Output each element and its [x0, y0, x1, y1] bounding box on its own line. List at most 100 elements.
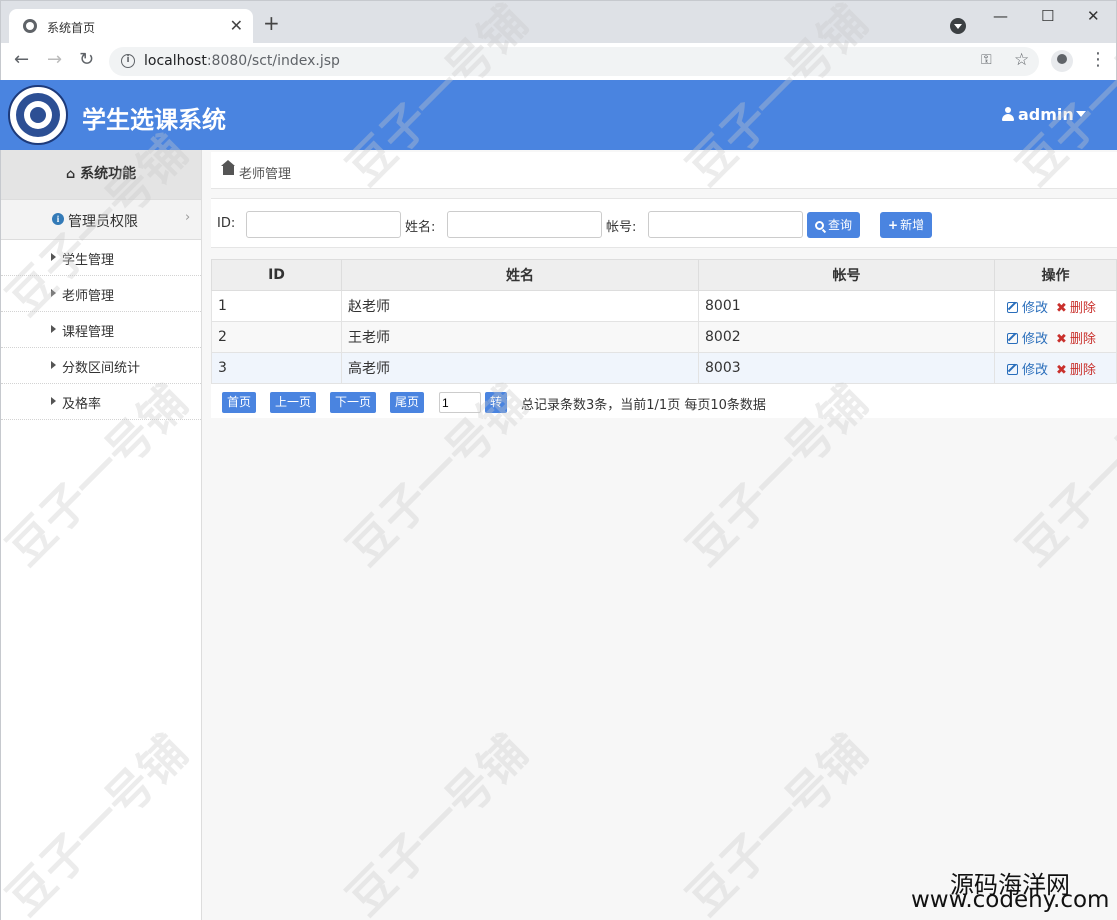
- browser-tab[interactable]: 系统首页 ✕: [9, 9, 253, 44]
- cell-account: 8001: [698, 290, 995, 322]
- delete-icon: ✖: [1056, 362, 1067, 378]
- close-tab-icon[interactable]: ✕: [230, 16, 243, 35]
- address-bar[interactable]: i localhost:8080/sct/index.jsp ⚿ ☆: [109, 47, 1039, 76]
- info-icon: i: [52, 213, 64, 225]
- sidebar: ⌂ 系统功能 i 管理员权限 › 学生管理 老师管理 课程管理 分数区间统计 及…: [0, 150, 202, 920]
- account-input[interactable]: [648, 211, 803, 238]
- cell-account: 8002: [698, 321, 995, 353]
- id-label: ID:: [217, 216, 236, 231]
- app-header: 学生选课系统 admin: [0, 80, 1117, 150]
- prev-page-button[interactable]: 上一页: [270, 392, 317, 413]
- table-row: 3 高老师 8003 修改 ✖ 删除: [211, 352, 1117, 384]
- sidebar-item-students[interactable]: 学生管理: [1, 240, 201, 276]
- university-logo: [8, 85, 68, 145]
- sidebar-item-courses[interactable]: 课程管理: [1, 312, 201, 348]
- maximize-button[interactable]: ☐: [1041, 7, 1054, 25]
- add-button[interactable]: + 新增: [880, 212, 933, 238]
- forward-icon[interactable]: →: [47, 49, 62, 70]
- back-icon[interactable]: ←: [14, 49, 29, 70]
- profile-icon[interactable]: [1051, 50, 1073, 72]
- name-input[interactable]: [447, 211, 602, 238]
- brand-watermark-url: www.codehy.com: [911, 887, 1110, 913]
- go-page-button[interactable]: 转: [485, 392, 508, 413]
- cell-actions: 修改 ✖ 删除: [994, 352, 1117, 384]
- caret-right-icon: [51, 289, 56, 297]
- sidebar-group-admin[interactable]: i 管理员权限 ›: [1, 199, 201, 240]
- col-actions: 操作: [994, 259, 1117, 291]
- browser-toolbar: ← → ↻ i localhost:8080/sct/index.jsp ⚿ ☆…: [0, 43, 1117, 80]
- breadcrumb-current: 老师管理: [239, 167, 292, 182]
- caret-right-icon: [51, 253, 56, 261]
- search-icon: [815, 221, 824, 230]
- caret-down-icon: [1075, 111, 1086, 117]
- teacher-table: ID 姓名 帐号 操作 1 赵老师 8001 修改 ✖ 删除 2 王老师 8002 …: [211, 259, 1117, 384]
- delete-link[interactable]: ✖ 删除: [1056, 301, 1096, 316]
- close-window-button[interactable]: ✕: [1087, 7, 1100, 25]
- sidebar-item-label: 课程管理: [62, 325, 115, 340]
- cell-actions: 修改 ✖ 删除: [994, 290, 1117, 322]
- edit-link[interactable]: 修改: [1007, 363, 1048, 378]
- next-page-button[interactable]: 下一页: [330, 392, 377, 413]
- edit-icon: [1007, 301, 1018, 313]
- sidebar-item-label: 分数区间统计: [62, 361, 141, 376]
- delete-link[interactable]: ✖ 删除: [1056, 363, 1096, 378]
- page-number-input[interactable]: [439, 392, 481, 413]
- sidebar-item-label: 学生管理: [62, 253, 115, 268]
- main-content: 老师管理 ID: 姓名: 帐号: 查询 + 新增 ID 姓名 帐号 操作 1 赵老…: [202, 150, 1117, 920]
- browser-tab-bar: 系统首页 ✕ + — ☐ ✕: [0, 0, 1117, 44]
- cell-id: 1: [211, 290, 342, 322]
- query-button[interactable]: 查询: [807, 212, 861, 238]
- sidebar-item-label: 老师管理: [62, 289, 115, 304]
- cell-id: 2: [211, 321, 342, 353]
- first-page-button[interactable]: 首页: [222, 392, 257, 413]
- user-icon: [1002, 107, 1014, 121]
- breadcrumb: 老师管理: [211, 152, 1117, 189]
- delete-link[interactable]: ✖ 删除: [1056, 332, 1096, 347]
- sidebar-item-pass-rate[interactable]: 及格率: [1, 384, 201, 420]
- minimize-button[interactable]: —: [993, 7, 1008, 25]
- home-icon: [221, 160, 235, 175]
- key-icon[interactable]: ⚿: [981, 52, 992, 68]
- user-menu[interactable]: admin: [1002, 105, 1086, 124]
- pagination: 首页 上一页 下一页 尾页 转 总记录条数3条，当前1/1页 每页10条数据: [211, 384, 1117, 418]
- sidebar-item-label: 及格率: [62, 397, 102, 412]
- tab-search-icon[interactable]: [950, 18, 966, 34]
- cell-actions: 修改 ✖ 删除: [994, 321, 1117, 353]
- browser-menu-icon[interactable]: ⋮: [1089, 49, 1107, 70]
- search-panel: ID: 姓名: 帐号: 查询 + 新增: [211, 198, 1117, 248]
- new-tab-button[interactable]: +: [263, 13, 280, 33]
- id-input[interactable]: [246, 211, 401, 238]
- edit-icon: [1007, 332, 1018, 344]
- site-info-icon[interactable]: i: [121, 54, 135, 68]
- col-name: 姓名: [341, 259, 699, 291]
- caret-right-icon: [51, 361, 56, 369]
- col-id: ID: [211, 259, 342, 291]
- caret-right-icon: [51, 325, 56, 333]
- delete-icon: ✖: [1056, 331, 1067, 347]
- edit-link[interactable]: 修改: [1007, 301, 1048, 316]
- table-row: 1 赵老师 8001 修改 ✖ 删除: [211, 290, 1117, 322]
- name-label: 姓名:: [405, 220, 436, 235]
- plus-icon: +: [888, 218, 899, 232]
- tab-title: 系统首页: [47, 21, 96, 35]
- url-text: localhost:8080/sct/index.jsp: [144, 53, 340, 69]
- reload-icon[interactable]: ↻: [79, 49, 94, 70]
- cell-id: 3: [211, 352, 342, 384]
- home-icon: ⌂: [65, 167, 76, 182]
- username: admin: [1018, 105, 1074, 124]
- table-row: 2 王老师 8002 修改 ✖ 删除: [211, 321, 1117, 353]
- bookmark-star-icon[interactable]: ☆: [1014, 50, 1029, 70]
- col-account: 帐号: [698, 259, 995, 291]
- last-page-button[interactable]: 尾页: [390, 392, 425, 413]
- globe-icon: [23, 19, 37, 33]
- table-header-row: ID 姓名 帐号 操作: [211, 259, 1117, 291]
- chevron-right-icon: ›: [185, 210, 191, 225]
- edit-link[interactable]: 修改: [1007, 332, 1048, 347]
- edit-icon: [1007, 363, 1018, 375]
- sidebar-item-score-stats[interactable]: 分数区间统计: [1, 348, 201, 384]
- caret-right-icon: [51, 397, 56, 405]
- pager-info: 总记录条数3条，当前1/1页 每页10条数据: [521, 398, 766, 413]
- cell-name: 赵老师: [341, 290, 699, 322]
- sidebar-item-teachers[interactable]: 老师管理: [1, 276, 201, 312]
- sidebar-group-label: 管理员权限: [68, 214, 138, 230]
